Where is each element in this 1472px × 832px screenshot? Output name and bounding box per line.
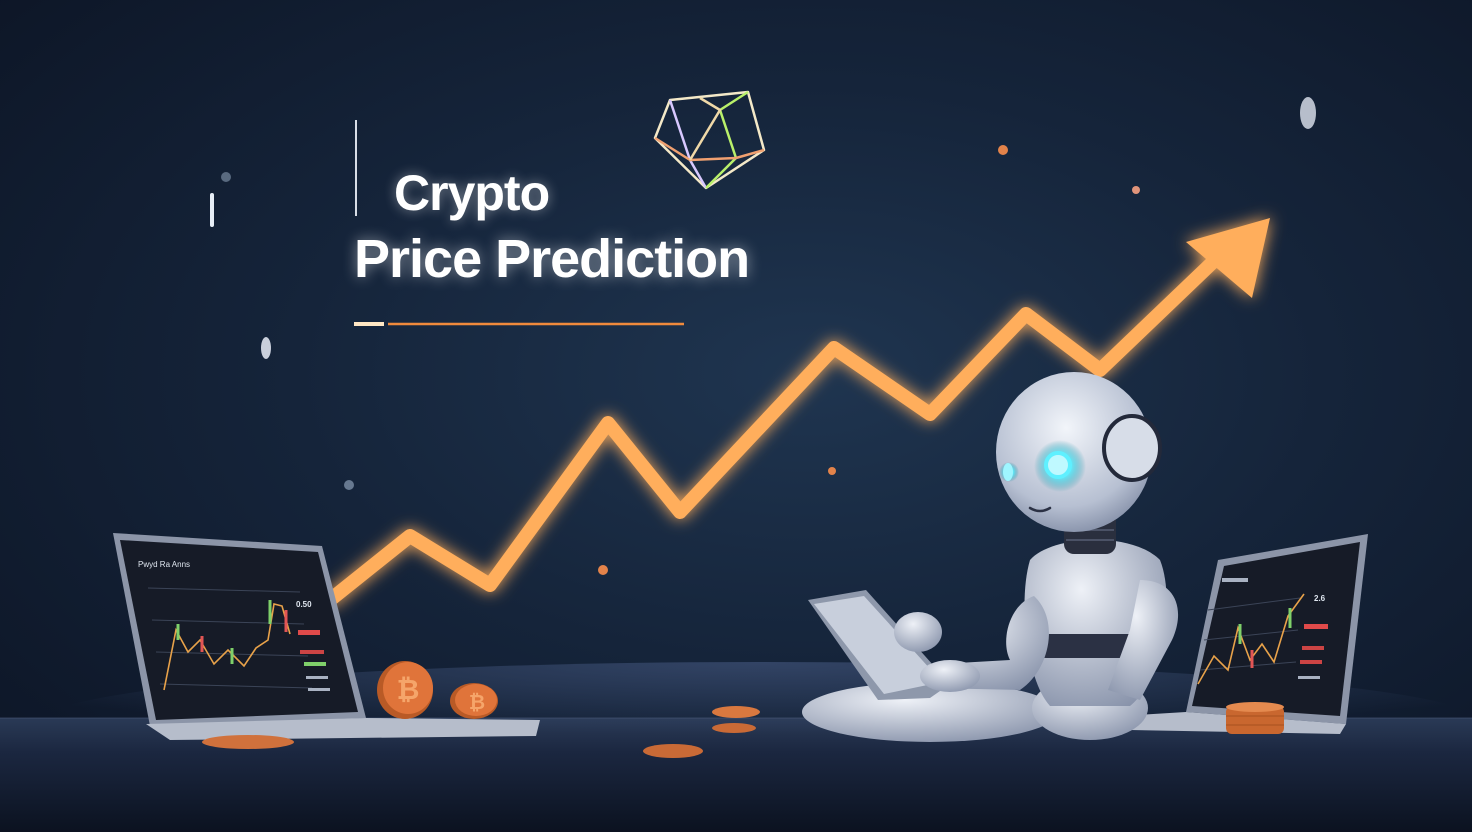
robot-hand bbox=[894, 612, 942, 652]
scene: Crypto Price Prediction Pwyd Ra Anns 0.5… bbox=[0, 0, 1472, 832]
robot bbox=[802, 372, 1179, 742]
robot-ear bbox=[1102, 414, 1162, 482]
robot-hand bbox=[920, 660, 980, 692]
robot-eye bbox=[1044, 451, 1072, 479]
robot-eye bbox=[1003, 463, 1013, 481]
